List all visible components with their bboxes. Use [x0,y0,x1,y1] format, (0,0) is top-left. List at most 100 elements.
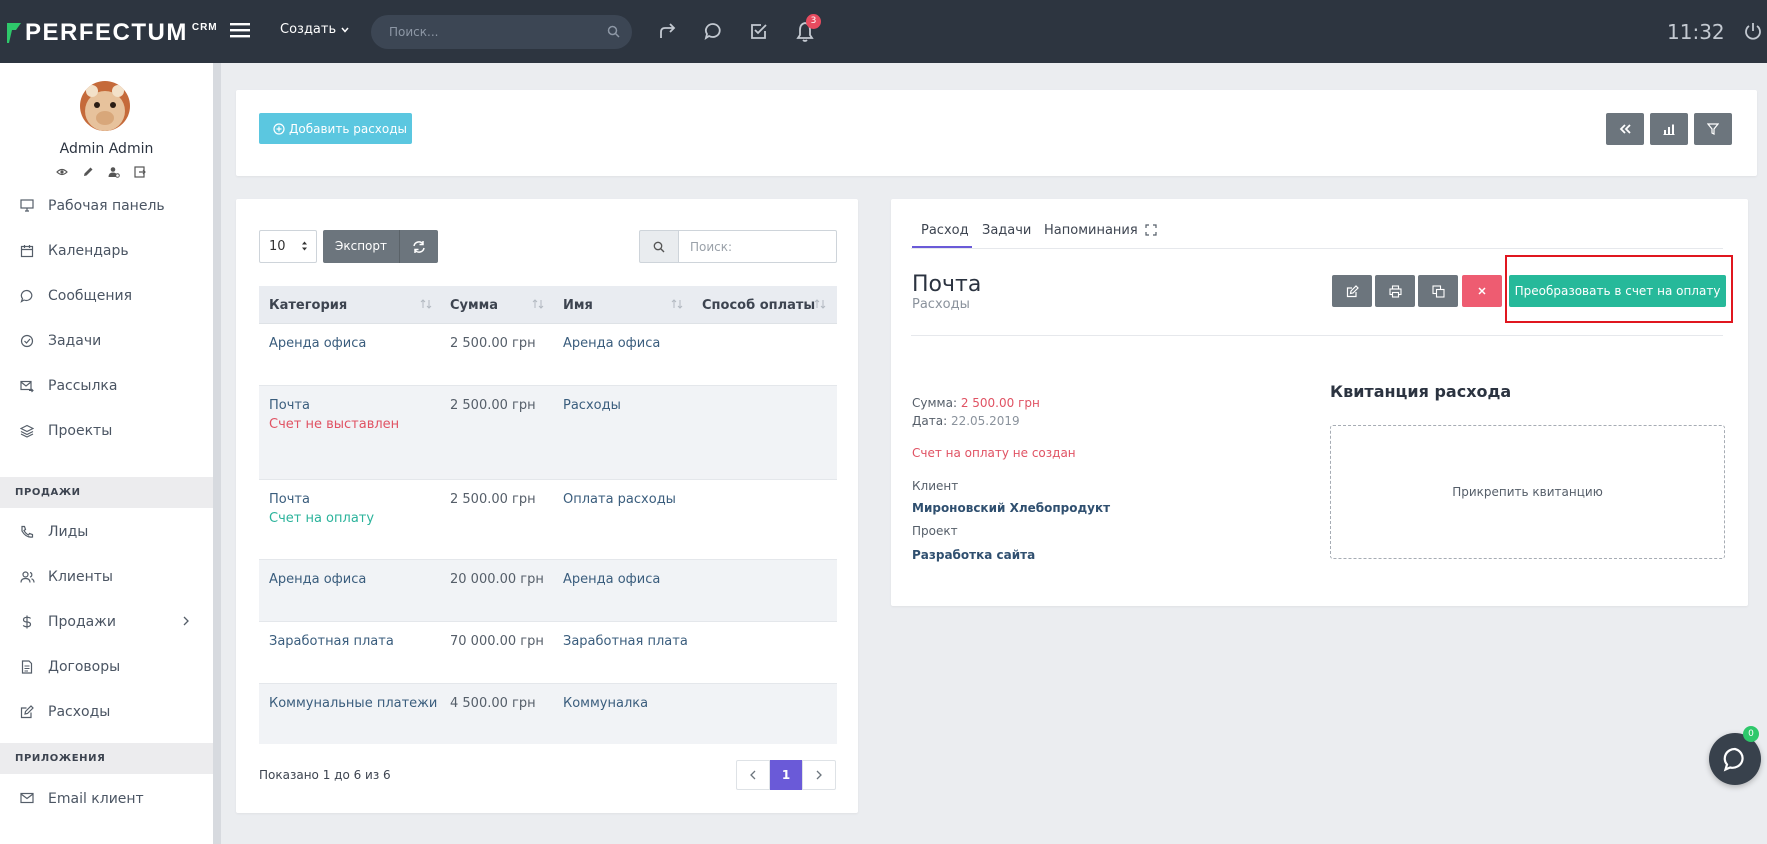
global-search-input[interactable] [389,15,589,49]
table-row[interactable]: Коммунальные платежи 4 500.00 грн Коммун… [259,684,837,744]
sidebar-item-sales[interactable]: Продажи [0,600,213,644]
logo-sup: CRM [191,22,218,33]
expense-sum: Сумма: 2 500.00 грн [912,396,1040,410]
table-row[interactable]: Аренда офиса 2 500.00 грн Аренда офиса [259,324,837,386]
sidebar-item-projects[interactable]: Проекты [0,409,213,453]
column-header-name[interactable]: Имя [563,298,593,313]
client-link[interactable]: Мироновский Хлебопродукт [912,501,1110,515]
sum-value: 2 500.00 грн [960,396,1040,410]
sidebar-item-dashboard[interactable]: Рабочая панель [0,184,213,228]
sort-icon[interactable] [420,299,432,309]
logo[interactable]: PERFECTUM CRM [6,20,218,46]
sidebar-item-email-client[interactable]: Email клиент [0,777,213,821]
stats-button[interactable] [1650,113,1688,145]
cell-name[interactable]: Коммуналка [563,696,648,711]
cell-name[interactable]: Аренда офиса [563,336,660,351]
print-button[interactable] [1375,275,1415,307]
sidebar-item-calendar[interactable]: Календарь [0,229,213,273]
table-row[interactable]: Почта Счет на оплату 2 500.00 грн Оплата… [259,480,837,560]
cell-category[interactable]: Аренда офиса [269,572,366,587]
cell-name[interactable]: Аренда офиса [563,572,660,587]
cell-name[interactable]: Расходы [563,398,621,413]
table-header: Категория Сумма Имя Способ оплаты [259,286,837,324]
page-length-select[interactable]: 10 [259,230,317,263]
avatar[interactable] [80,81,130,131]
receipt-dropzone[interactable]: Прикрепить квитанцию [1330,425,1725,559]
column-header-amount[interactable]: Сумма [450,298,498,313]
tab-tasks[interactable]: Задачи [982,223,1031,238]
sidebar-item-mailing[interactable]: Рассылка [0,364,213,408]
project-link[interactable]: Разработка сайта [912,548,1035,562]
cell-category[interactable]: Аренда офиса [269,336,366,351]
toolbar-card [236,90,1757,176]
cell-amount: 70 000.00 грн [450,634,544,649]
pagination-previous[interactable] [736,760,770,790]
cell-name[interactable]: Заработная плата [563,634,688,649]
tab-reminders[interactable]: Напоминания [1044,223,1138,238]
column-header-category[interactable]: Категория [269,298,347,313]
chat-icon [20,289,34,303]
pagination-page[interactable]: 1 [770,760,802,790]
sidebar-item-clients[interactable]: Клиенты [0,555,213,599]
sidebar-item-contracts[interactable]: Договоры [0,645,213,689]
column-header-payment-method[interactable]: Способ оплаты [702,298,815,313]
cell-amount: 2 500.00 грн [450,398,536,413]
fullscreen-icon[interactable] [1145,224,1157,236]
tab-expense[interactable]: Расход [921,223,969,238]
layers-icon [20,424,34,438]
cell-name[interactable]: Оплата расходы [563,492,676,507]
user-settings-icon[interactable] [108,166,120,178]
sort-icon[interactable] [671,299,683,309]
collapse-button[interactable] [1606,113,1644,145]
chevron-down-icon [341,27,349,33]
calendar-icon [20,244,34,258]
power-icon[interactable] [1743,21,1763,41]
share-arrow-icon[interactable] [658,21,678,41]
table-search-input[interactable] [679,230,837,263]
export-button[interactable]: Экспорт [323,230,399,263]
edit-profile-icon[interactable] [82,166,94,178]
sidebar-item-messages[interactable]: Сообщения [0,274,213,318]
table-row[interactable]: Почта Счет не выставлен 2 500.00 грн Рас… [259,386,837,480]
sidebar-item-leads[interactable]: Лиды [0,510,213,554]
add-expense-button[interactable]: Добавить расходы [259,113,412,144]
cell-category[interactable]: Почта [269,492,310,507]
create-dropdown[interactable]: Создать [280,22,349,37]
cell-category[interactable]: Коммунальные платежи [269,696,437,711]
client-label: Клиент [912,479,959,493]
sidebar-item-tasks[interactable]: Задачи [0,319,213,363]
chevron-right-icon [816,770,822,780]
sort-icon[interactable] [532,299,544,309]
notifications-badge: 3 [806,14,821,29]
delete-button[interactable] [1462,275,1502,307]
cell-category[interactable]: Почта [269,398,310,413]
tasks-checkbox-icon[interactable] [749,21,769,41]
sort-icon[interactable] [814,299,826,309]
sidebar-item-expenses[interactable]: Расходы [0,690,213,734]
table-row[interactable]: Аренда офиса 20 000.00 грн Аренда офиса [259,560,837,622]
table-row[interactable]: Заработная плата 70 000.00 грн Заработна… [259,622,837,684]
edit-button[interactable] [1332,275,1372,307]
users-icon [20,570,35,584]
copy-button[interactable] [1418,275,1458,307]
search-icon[interactable] [607,25,620,38]
chat-icon[interactable] [703,21,723,41]
sidebar-item-label: Рабочая панель [48,198,165,214]
sidebar-section-sales: ПРОДАЖИ [0,477,213,508]
cell-invoice-status[interactable]: Счет на оплату [269,511,374,526]
user-actions [56,166,146,178]
sidebar-scrollbar[interactable] [213,63,221,844]
chevron-right-icon [183,616,189,626]
pagination-next[interactable] [802,760,836,790]
envelope-icon [20,792,34,804]
cell-amount: 4 500.00 грн [450,696,536,711]
filter-button[interactable] [1694,113,1732,145]
chevron-left-icon [750,770,756,780]
menu-toggle-icon[interactable] [230,22,250,38]
user-name: Admin Admin [59,141,154,157]
header-divider [911,335,1723,336]
view-profile-icon[interactable] [56,166,68,178]
cell-category[interactable]: Заработная плата [269,634,394,649]
logout-icon[interactable] [134,166,146,178]
refresh-button[interactable] [399,230,438,263]
